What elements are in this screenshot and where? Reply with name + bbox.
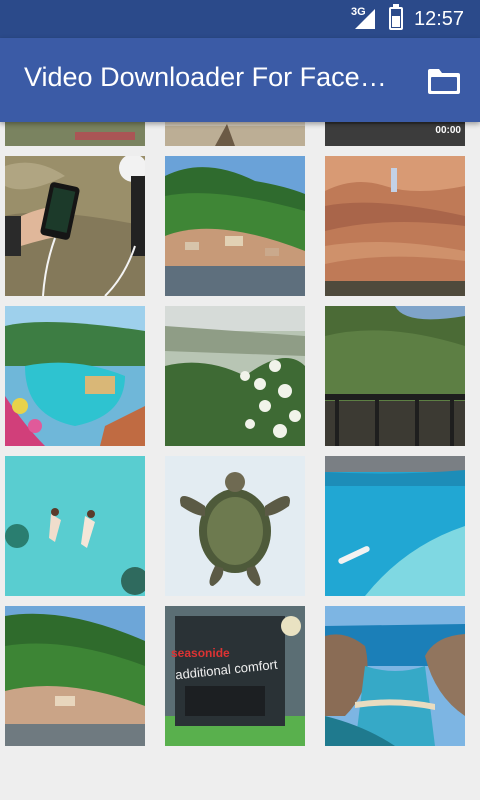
video-thumb-kayak-turquoise[interactable] xyxy=(325,456,465,596)
video-thumb-forest-balcony[interactable] xyxy=(325,306,465,446)
video-thumb-partial-3[interactable]: 00:00 xyxy=(325,122,465,146)
video-thumb-misty-flowers[interactable] xyxy=(165,306,305,446)
signal-icon xyxy=(355,9,375,29)
video-thumb-tropical-resort-pool[interactable] xyxy=(5,306,145,446)
video-thumb-green-hills[interactable] xyxy=(5,606,145,746)
clock: 12:57 xyxy=(414,8,465,30)
app-bar: Video Downloader For Facebook xyxy=(0,38,480,122)
video-thumb-brand: seasonide xyxy=(171,646,230,660)
video-thumb-swimmers-lagoon[interactable] xyxy=(5,456,145,596)
video-thumb-partial-1[interactable] xyxy=(5,122,145,146)
video-thumb-partial-2[interactable] xyxy=(165,122,305,146)
folder-icon[interactable] xyxy=(426,66,462,96)
video-duration: 00:00 xyxy=(435,125,461,136)
status-bar: 3G 12:57 xyxy=(0,0,480,38)
video-thumb-mountain-village[interactable] xyxy=(165,156,305,296)
video-thumb-seat-cushion[interactable]: seasonide additional comfort xyxy=(165,606,305,746)
app-title: Video Downloader For Facebook xyxy=(24,62,400,92)
video-thumb-phone-charging[interactable] xyxy=(5,156,145,296)
video-thumb-sea-turtle[interactable] xyxy=(165,456,305,596)
video-thumb-red-canyon[interactable] xyxy=(325,156,465,296)
battery-icon xyxy=(389,4,403,30)
video-thumb-coastal-bay[interactable] xyxy=(325,606,465,746)
video-grid: 00:00 seasonide additional comfort xyxy=(0,122,480,800)
